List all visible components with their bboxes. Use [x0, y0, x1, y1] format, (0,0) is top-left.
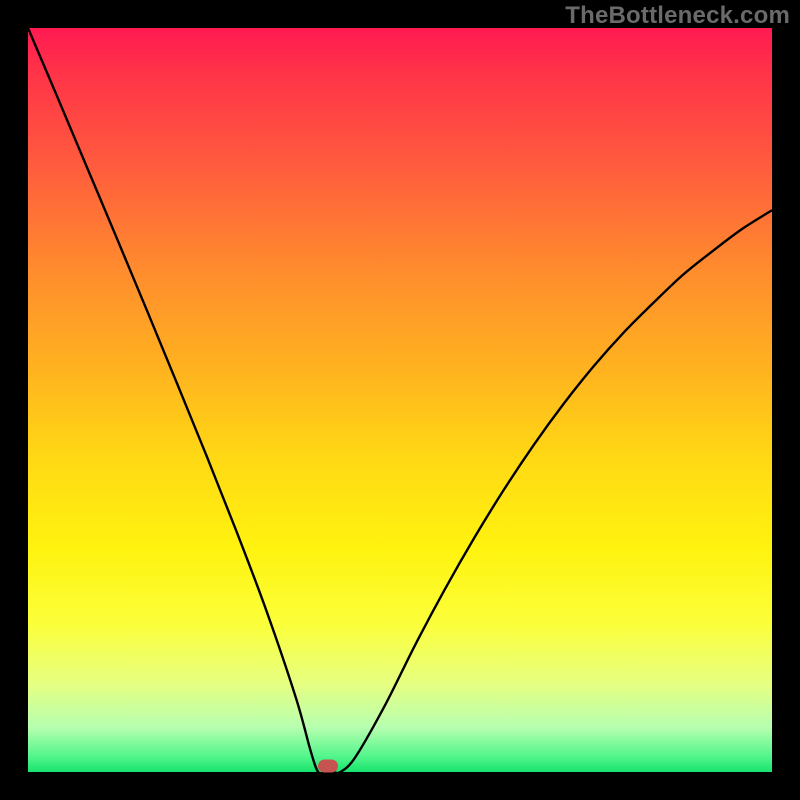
plot-area — [28, 28, 772, 772]
optimal-point-marker — [318, 760, 338, 773]
chart-container: TheBottleneck.com — [0, 0, 800, 800]
watermark-text: TheBottleneck.com — [565, 2, 790, 30]
bottleneck-curve — [28, 28, 772, 772]
curve-path — [28, 28, 772, 774]
